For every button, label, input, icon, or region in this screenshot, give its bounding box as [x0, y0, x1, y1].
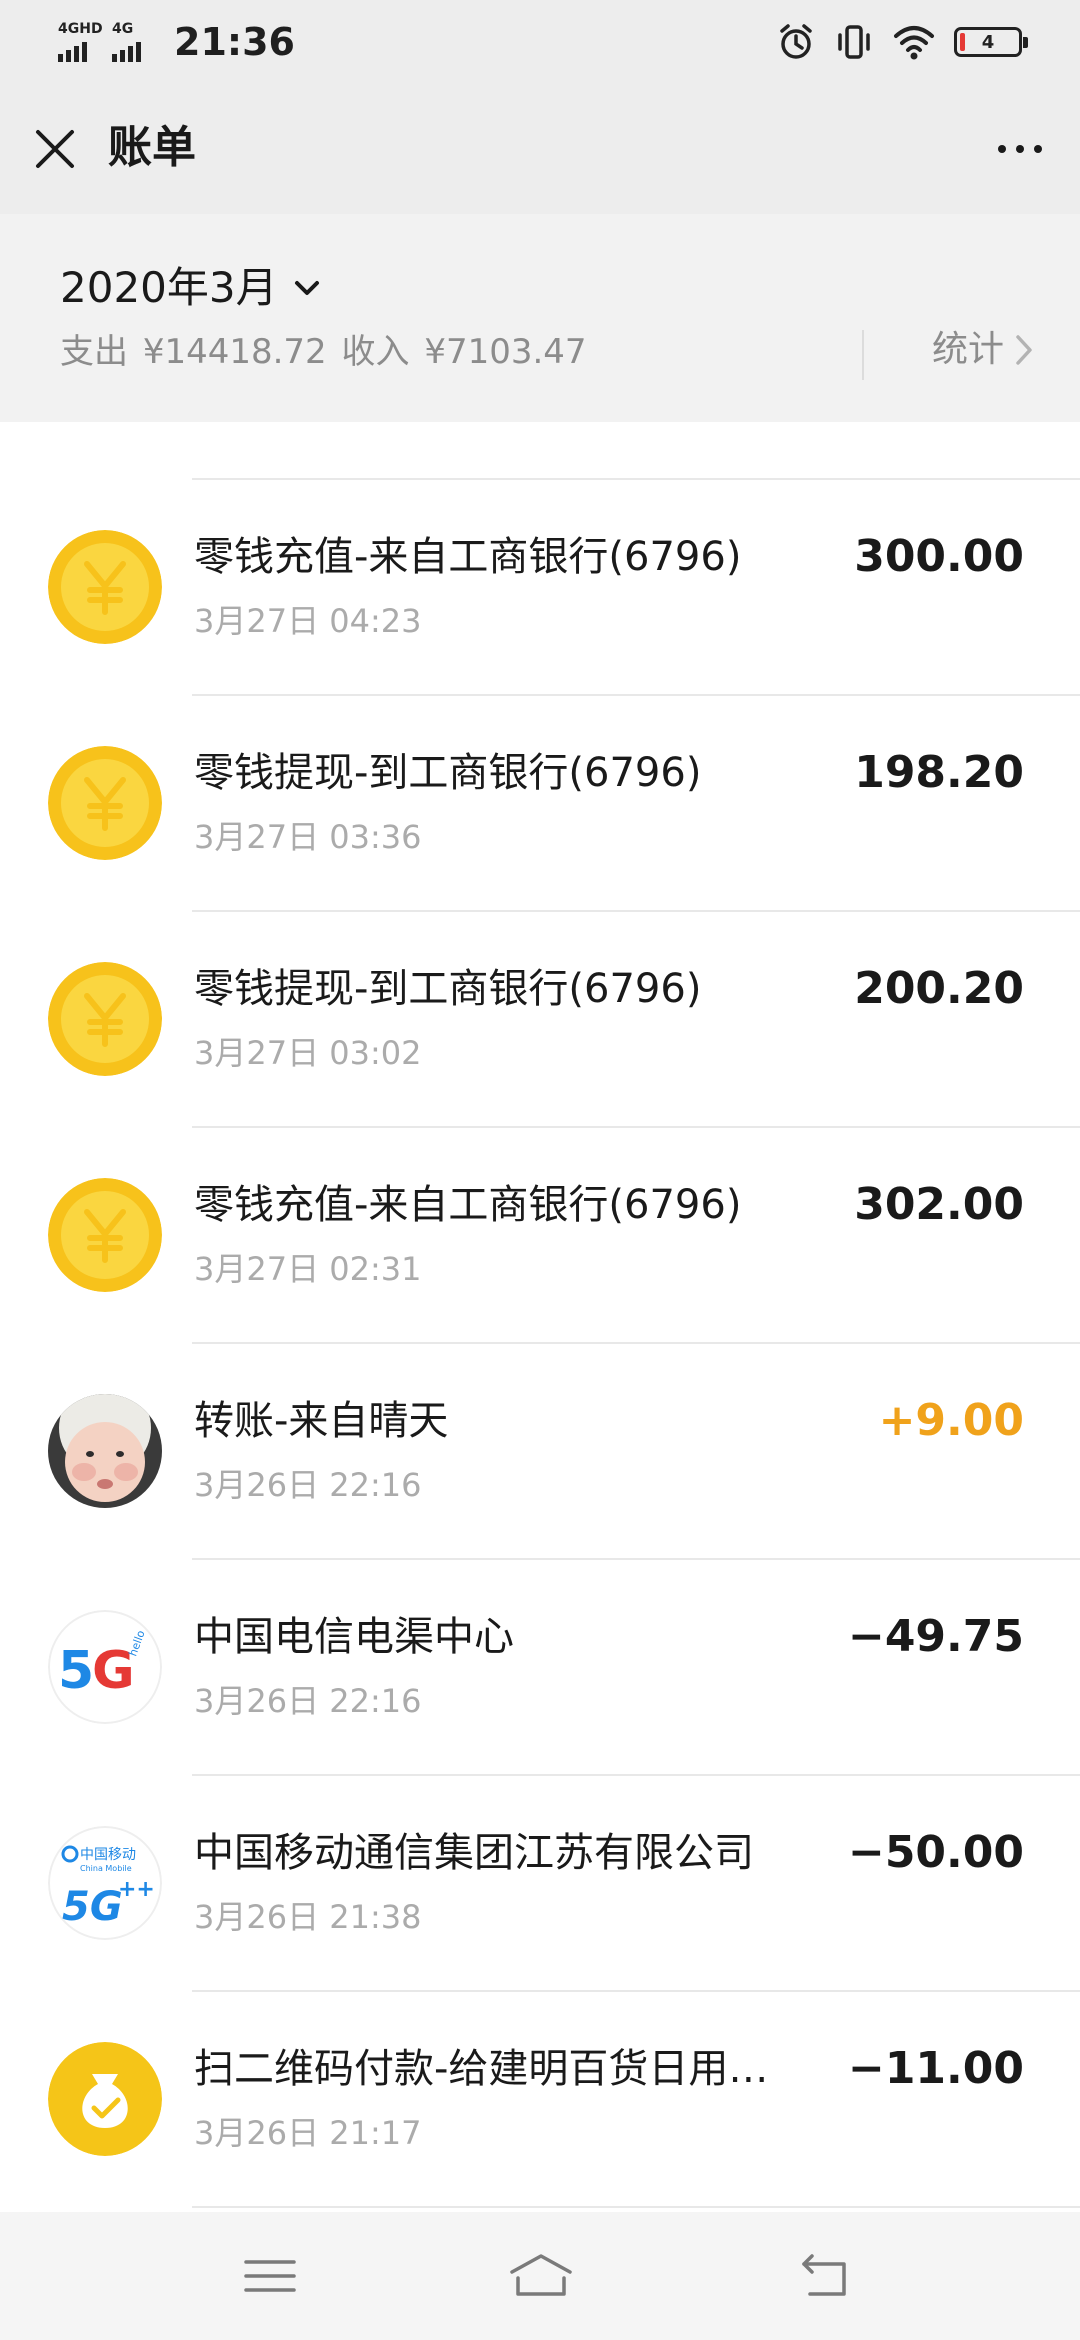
yuan-coin-icon: [48, 1178, 162, 1292]
signal-bars-icon: [112, 42, 141, 62]
expense-value: ¥14418.72: [142, 332, 327, 372]
mobile-cn-text: 中国移动: [80, 1847, 136, 1863]
transaction-time: 3月27日 03:36: [194, 818, 422, 856]
transaction-title: 零钱提现-到工商银行(6796): [194, 750, 702, 796]
stats-label: 统计: [931, 329, 1004, 370]
transaction-title: 零钱充值-来自工商银行(6796): [194, 534, 742, 580]
yuan-coin-icon: [48, 530, 162, 644]
signal-4ghd: 4GHD: [58, 22, 104, 62]
transaction-amount: −50.00: [847, 1827, 1024, 1878]
home-icon[interactable]: [506, 2248, 576, 2304]
summary-totals: 支出 ¥14418.72 收入 ¥7103.47: [60, 330, 591, 374]
transaction-row[interactable]: 5 G hello 中国电信电渠中心 3月26日 22:16 −49.75: [0, 1560, 1080, 1776]
month-label: 2020年3月: [60, 263, 278, 312]
transaction-row[interactable]: 扫二维码付款-给建明百货日用… 3月26日 21:17 −11.00: [0, 1992, 1080, 2208]
expense-label: 支出: [60, 332, 128, 372]
transaction-time: 3月26日 22:16: [194, 1682, 422, 1720]
network-label-4ghd: 4GHD: [58, 21, 103, 37]
baby-avatar: [48, 1394, 162, 1508]
month-selector[interactable]: 2020年3月: [60, 260, 322, 316]
income-value: ¥7103.47: [424, 332, 587, 372]
system-nav-bar: [0, 2212, 1080, 2340]
header-bar: 账单: [0, 84, 1080, 214]
status-bar: 4GHD 4G 21:36 4: [0, 0, 1080, 84]
status-icons: 4: [776, 20, 1028, 64]
transaction-amount: 302.00: [854, 1179, 1024, 1230]
transaction-time: 3月27日 03:02: [194, 1034, 422, 1072]
signal-bars-icon: [58, 42, 87, 62]
yuan-coin-icon: [48, 746, 162, 860]
battery-icon: 4: [954, 27, 1028, 57]
chevron-down-icon: [294, 281, 319, 295]
transaction-title: 中国电信电渠中心: [194, 1614, 514, 1660]
alarm-icon: [780, 24, 812, 59]
network-label-4g: 4G: [112, 21, 134, 37]
vibrate-icon: [838, 25, 870, 59]
transaction-amount: −49.75: [847, 1611, 1024, 1662]
battery-level: 4: [981, 31, 995, 53]
transaction-title: 中国移动通信集团江苏有限公司: [194, 1830, 754, 1876]
china-mobile-5g-logo: 中国移动 China Mobile 5G ++: [48, 1826, 162, 1940]
money-bag-icon: [48, 2042, 162, 2156]
mobile-plus-text: ++: [118, 1877, 155, 1902]
transaction-amount: 198.20: [854, 747, 1024, 798]
income-label: 收入: [341, 332, 410, 372]
month-summary: 2020年3月 支出 ¥14418.72 收入 ¥7103.47 统计: [0, 214, 1080, 422]
close-icon[interactable]: [30, 124, 80, 174]
menu-icon[interactable]: [240, 2248, 300, 2304]
transaction-row[interactable]: 中国移动 China Mobile 5G ++ 中国移动通信集团江苏有限公司 3…: [0, 1776, 1080, 1992]
transaction-row[interactable]: 零钱提现-到工商银行(6796) 3月27日 03:36 198.20: [0, 696, 1080, 912]
transaction-time: 3月27日 04:23: [194, 602, 422, 640]
transaction-row[interactable]: 零钱充值-来自工商银行(6796) 3月27日 02:31 302.00: [0, 1128, 1080, 1344]
transaction-list[interactable]: 零钱充值-来自工商银行(6796) 3月27日 04:23 300.00 零钱提…: [0, 422, 1080, 2212]
more-dot: [1034, 145, 1042, 153]
transaction-time: 3月26日 21:17: [194, 2114, 422, 2152]
more-dot: [998, 145, 1006, 153]
status-time: 21:36: [174, 20, 295, 64]
signal-4g: 4G: [112, 22, 158, 62]
divider: [192, 2206, 1080, 2208]
chevron-right-icon: [1016, 335, 1032, 365]
transaction-amount: +9.00: [878, 1395, 1024, 1446]
transaction-title: 扫二维码付款-给建明百货日用…: [194, 2046, 769, 2092]
divider: [862, 330, 864, 380]
transaction-amount: 300.00: [854, 531, 1024, 582]
mobile-5g-text: 5G: [62, 1884, 123, 1930]
stats-button[interactable]: 统计: [932, 326, 1034, 374]
china-telecom-5g-logo: 5 G hello: [48, 1610, 162, 1724]
back-icon[interactable]: [794, 2248, 854, 2304]
telecom-5: 5: [58, 1641, 94, 1701]
transaction-row[interactable]: 零钱充值-来自工商银行(6796) 3月27日 04:23 300.00: [0, 480, 1080, 696]
more-icon[interactable]: [990, 124, 1050, 174]
page-title: 账单: [108, 122, 196, 173]
transaction-title: 零钱提现-到工商银行(6796): [194, 966, 702, 1012]
transaction-time: 3月26日 21:38: [194, 1898, 422, 1936]
wifi-icon: [894, 26, 934, 60]
transaction-time: 3月27日 02:31: [194, 1250, 422, 1288]
transaction-row[interactable]: 转账-来自晴天 3月26日 22:16 +9.00: [0, 1344, 1080, 1560]
transaction-amount: −11.00: [847, 2043, 1024, 2094]
transaction-amount: 200.20: [854, 963, 1024, 1014]
mobile-en-text: China Mobile: [80, 1864, 132, 1873]
network-indicators: 4GHD 4G: [58, 18, 158, 62]
transaction-title: 零钱充值-来自工商银行(6796): [194, 1182, 742, 1228]
yuan-coin-icon: [48, 962, 162, 1076]
transaction-row[interactable]: 零钱提现-到工商银行(6796) 3月27日 03:02 200.20: [0, 912, 1080, 1128]
transaction-title: 转账-来自晴天: [194, 1398, 449, 1444]
more-dot: [1016, 145, 1024, 153]
transaction-time: 3月26日 22:16: [194, 1466, 422, 1504]
